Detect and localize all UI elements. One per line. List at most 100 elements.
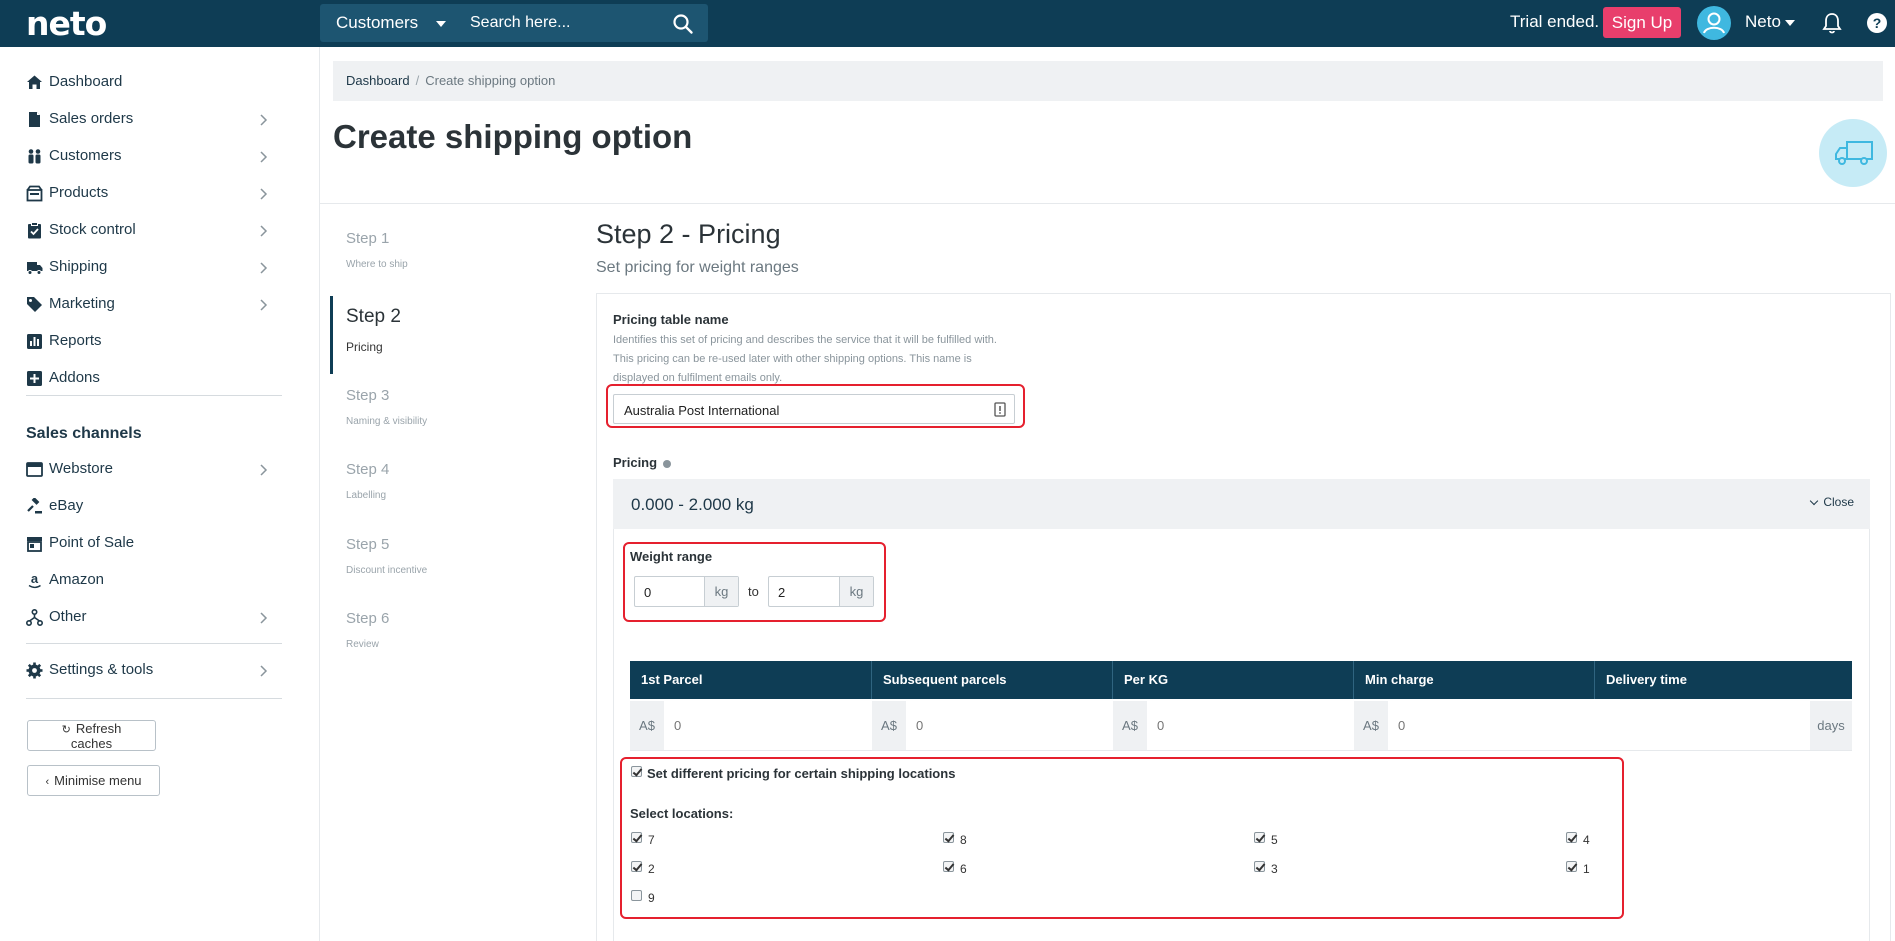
row-divider <box>630 750 1852 751</box>
refresh-caches-label: Refresh caches <box>70 721 122 751</box>
sidebar-item-label: Marketing <box>49 295 115 312</box>
sign-up-button[interactable]: Sign Up <box>1603 7 1681 38</box>
sidebar-item-label: Amazon <box>49 571 105 588</box>
step-5-nav[interactable]: Step 5 Discount incentive <box>330 536 560 586</box>
home-icon <box>27 75 42 89</box>
location-checkbox[interactable] <box>943 832 954 843</box>
product-icon <box>26 185 43 202</box>
breadcrumb-separator: / <box>415 73 420 88</box>
pricing-label-text: Pricing <box>613 455 658 470</box>
step-2-nav[interactable]: Step 2 Pricing <box>330 306 560 358</box>
per-kg-cell: A$ <box>1113 701 1354 750</box>
plus-icon <box>27 371 42 386</box>
sidebar-item-label: eBay <box>49 497 84 514</box>
weight-from-group: kg <box>634 576 739 607</box>
sidebar-item-label: Dashboard <box>49 73 123 90</box>
step-6-nav[interactable]: Step 6 Review <box>330 610 560 660</box>
delivery-time-cell: days <box>1595 701 1852 750</box>
sidebar-item-amazon[interactable]: a Amazon <box>26 566 282 596</box>
location-checkbox[interactable] <box>631 832 642 843</box>
sidebar-item-customers[interactable]: Customers <box>26 142 282 172</box>
location-checkbox[interactable] <box>631 861 642 872</box>
location-label: 5 <box>1271 833 1278 847</box>
user-menu[interactable]: Neto <box>1745 12 1795 32</box>
field-info-icon[interactable] <box>994 402 1006 417</box>
minimise-menu-button[interactable]: ‹ Minimise menu <box>27 765 160 796</box>
search-icon[interactable] <box>672 13 694 35</box>
delivery-time-input[interactable] <box>1605 716 1795 734</box>
sidebar-item-label: Stock control <box>49 221 136 238</box>
pricing-table-name-input[interactable] <box>624 400 974 420</box>
document-icon <box>29 112 40 127</box>
min-charge-input[interactable] <box>1398 716 1548 734</box>
sidebar-item-dashboard[interactable]: Dashboard <box>26 68 282 98</box>
column-header: Per KG <box>1113 661 1354 699</box>
sidebar-item-sales-orders[interactable]: Sales orders <box>26 105 282 135</box>
weight-unit-label: kg <box>839 577 873 606</box>
help-icon[interactable]: ? <box>1866 12 1888 34</box>
user-icon <box>1703 12 1725 34</box>
subsequent-parcels-input[interactable] <box>916 716 1066 734</box>
location-checkbox[interactable] <box>1254 861 1265 872</box>
sidebar-item-addons[interactable]: Addons <box>26 364 282 394</box>
sidebar-item-ebay[interactable]: eBay <box>26 492 282 522</box>
refresh-icon: ↻ <box>61 724 71 736</box>
sidebar-item-other[interactable]: Other <box>26 603 282 633</box>
step-heading: Step 2 - Pricing <box>596 219 781 249</box>
step-subtitle: Pricing <box>346 340 383 354</box>
step-title: Step 6 <box>346 610 390 627</box>
first-parcel-input[interactable] <box>674 716 824 734</box>
step-3-nav[interactable]: Step 3 Naming & visibility <box>330 387 560 437</box>
sidebar-item-shipping[interactable]: Shipping <box>26 253 282 283</box>
bell-icon[interactable] <box>1822 12 1842 34</box>
chevron-down-icon <box>1784 19 1795 26</box>
sidebar-item-products[interactable]: Products <box>26 179 282 209</box>
svg-text:?: ? <box>1873 15 1882 31</box>
location-checkbox[interactable] <box>631 890 642 901</box>
sidebar-item-stock-control[interactable]: Stock control <box>26 216 282 246</box>
sidebar-item-marketing[interactable]: Marketing <box>26 290 282 320</box>
avatar[interactable] <box>1697 6 1731 40</box>
highlight-box <box>620 757 1624 919</box>
truck-icon <box>1835 141 1873 165</box>
currency-label: A$ <box>1354 701 1388 750</box>
truck-icon <box>27 262 43 275</box>
refresh-caches-button[interactable]: ↻ Refresh caches <box>27 720 156 751</box>
weight-to-input[interactable] <box>778 583 828 601</box>
location-checkbox[interactable] <box>943 861 954 872</box>
select-locations-label: Select locations: <box>630 806 734 821</box>
step-subtitle: Where to ship <box>346 259 408 270</box>
neto-logo[interactable]: neto <box>26 4 107 43</box>
search-input[interactable] <box>470 11 660 35</box>
info-icon[interactable] <box>663 459 672 468</box>
different-pricing-checkbox[interactable] <box>631 766 642 777</box>
weight-range-title: 0.000 - 2.000 kg <box>631 495 754 514</box>
table-row: A$ A$ A$ A$ days <box>630 701 1852 750</box>
close-label: Close <box>1823 495 1854 509</box>
search-scope-select[interactable]: Customers <box>336 4 447 42</box>
sidebar-item-point-of-sale[interactable]: Point of Sale <box>26 529 282 559</box>
column-header: Subsequent parcels <box>872 661 1113 699</box>
step-4-nav[interactable]: Step 4 Labelling <box>330 461 560 511</box>
chevron-right-icon <box>260 665 268 677</box>
step-subtitle: Naming & visibility <box>346 416 428 427</box>
weight-range-label: Weight range <box>630 549 713 564</box>
close-range-link[interactable]: Close <box>1810 495 1854 509</box>
sidebar-item-reports[interactable]: Reports <box>26 327 282 357</box>
location-checkbox[interactable] <box>1254 832 1265 843</box>
step-1-nav[interactable]: Step 1 Where to ship <box>330 230 560 280</box>
breadcrumb-dashboard-link[interactable]: Dashboard <box>346 73 410 88</box>
location-checkbox[interactable] <box>1566 832 1577 843</box>
trial-status-text: Trial ended. <box>1510 12 1600 31</box>
location-checkbox[interactable] <box>1566 861 1577 872</box>
sidebar-item-webstore[interactable]: Webstore <box>26 455 282 485</box>
step-title: Step 4 <box>346 461 390 478</box>
chevron-right-icon <box>260 464 268 476</box>
min-charge-cell: A$ <box>1354 701 1595 750</box>
svg-text:a: a <box>31 572 39 586</box>
per-kg-input[interactable] <box>1157 716 1307 734</box>
weight-range-accordion-header[interactable]: 0.000 - 2.000 kg Close <box>613 479 1870 529</box>
weight-from-input[interactable] <box>644 583 694 601</box>
sidebar-item-settings-tools[interactable]: Settings & tools <box>26 656 282 686</box>
sidebar-divider <box>26 395 282 396</box>
